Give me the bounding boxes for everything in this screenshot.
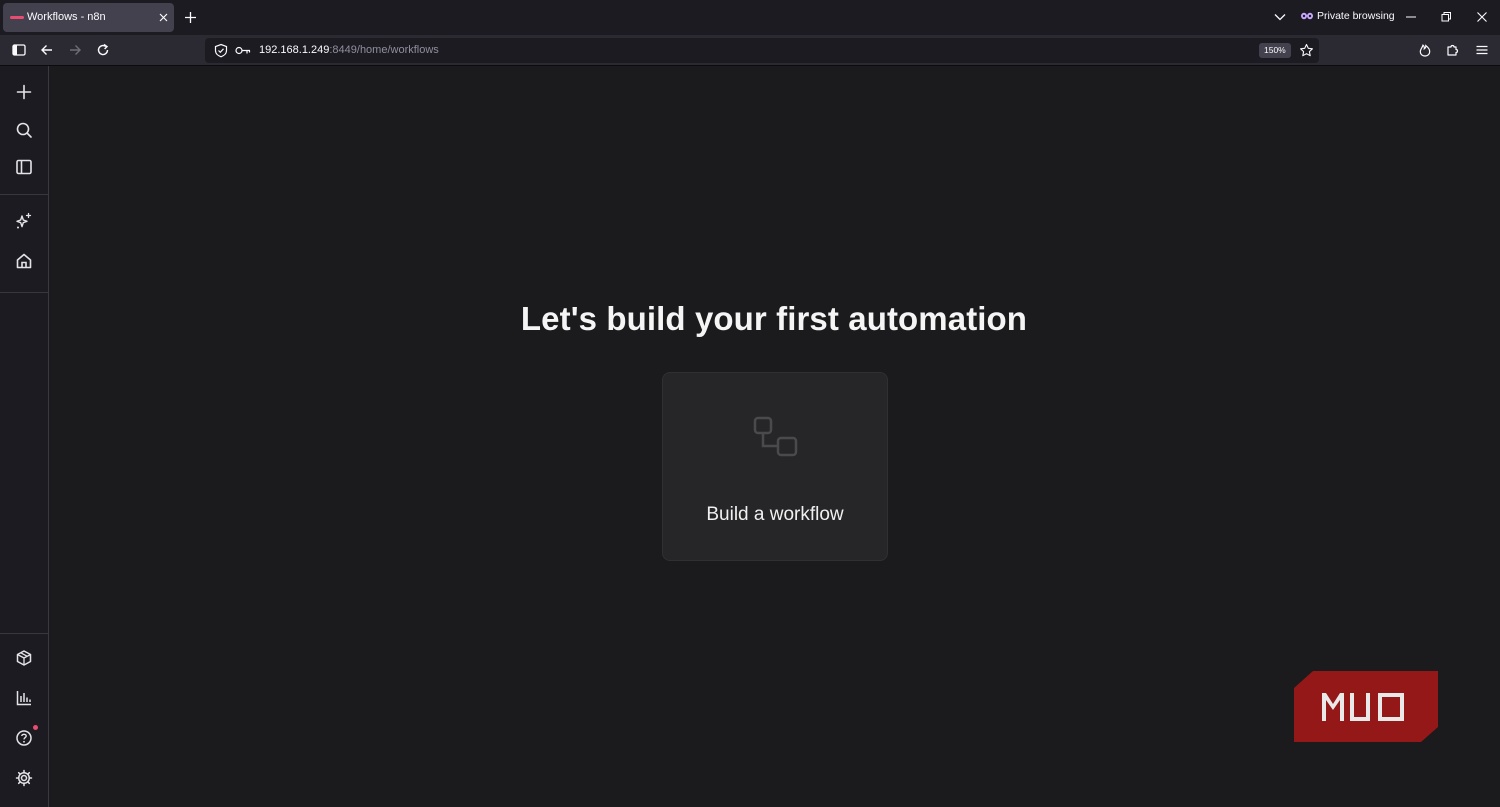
- url-path: :8449/home/workflows: [329, 44, 439, 56]
- private-browsing-indicator: Private browsing: [1301, 10, 1395, 22]
- sidebar-divider: [0, 194, 48, 195]
- insights-chart-icon[interactable]: [15, 689, 33, 707]
- search-icon[interactable]: [15, 121, 33, 139]
- main-content: Let's build your first automation Build …: [50, 67, 1500, 807]
- muo-watermark-logo: [1294, 671, 1438, 742]
- key-icon[interactable]: [235, 45, 251, 56]
- address-bar[interactable]: 192.168.1.249:8449/home/workflows 150%: [205, 38, 1319, 63]
- restore-icon[interactable]: [1439, 10, 1453, 24]
- private-browsing-label: Private browsing: [1317, 10, 1395, 22]
- plus-icon[interactable]: [15, 83, 33, 101]
- url-host: 192.168.1.249: [259, 44, 330, 56]
- chevron-down-icon[interactable]: [1273, 11, 1287, 23]
- panel-toggle-icon[interactable]: [15, 158, 33, 176]
- sidebar-divider: [0, 292, 48, 293]
- sidebar-divider: [0, 633, 48, 634]
- templates-box-icon[interactable]: [15, 649, 33, 667]
- home-icon[interactable]: [15, 252, 33, 270]
- n8n-favicon-icon: [10, 16, 24, 19]
- forward-icon[interactable]: [67, 42, 83, 58]
- build-workflow-label: Build a workflow: [706, 504, 844, 525]
- workflow-icon: [753, 416, 798, 457]
- sidebar-toggle-icon[interactable]: [11, 42, 27, 58]
- back-icon[interactable]: [39, 42, 55, 58]
- help-icon[interactable]: [15, 729, 33, 747]
- tracking-protection-shield-icon[interactable]: [214, 43, 228, 58]
- url-text[interactable]: 192.168.1.249:8449/home/workflows: [259, 44, 439, 56]
- zoom-level-badge[interactable]: 150%: [1259, 43, 1291, 58]
- firefox-view-flame-icon[interactable]: [1417, 42, 1433, 58]
- new-tab-icon[interactable]: [183, 10, 198, 25]
- bookmark-star-icon[interactable]: [1299, 43, 1314, 58]
- hamburger-menu-icon[interactable]: [1474, 42, 1490, 58]
- reload-icon[interactable]: [95, 42, 111, 58]
- n8n-sidebar: [0, 66, 49, 807]
- tab-title: Workflows - n8n: [27, 11, 106, 23]
- navigation-toolbar: 192.168.1.249:8449/home/workflows 150%: [0, 35, 1500, 66]
- private-mask-icon: [1301, 12, 1313, 20]
- close-tab-icon[interactable]: [157, 11, 170, 24]
- tab-workflows[interactable]: Workflows - n8n: [3, 3, 174, 32]
- tab-strip: Workflows - n8n Private browsing: [0, 0, 1500, 35]
- extensions-puzzle-icon[interactable]: [1445, 42, 1461, 58]
- build-workflow-card[interactable]: Build a workflow: [662, 372, 888, 561]
- sparkles-icon[interactable]: [15, 212, 33, 230]
- close-window-icon[interactable]: [1475, 10, 1489, 24]
- notification-dot: [33, 725, 38, 730]
- page-title: Let's build your first automation: [520, 300, 1028, 337]
- settings-gear-icon[interactable]: [15, 769, 33, 787]
- minimize-icon[interactable]: [1404, 10, 1418, 24]
